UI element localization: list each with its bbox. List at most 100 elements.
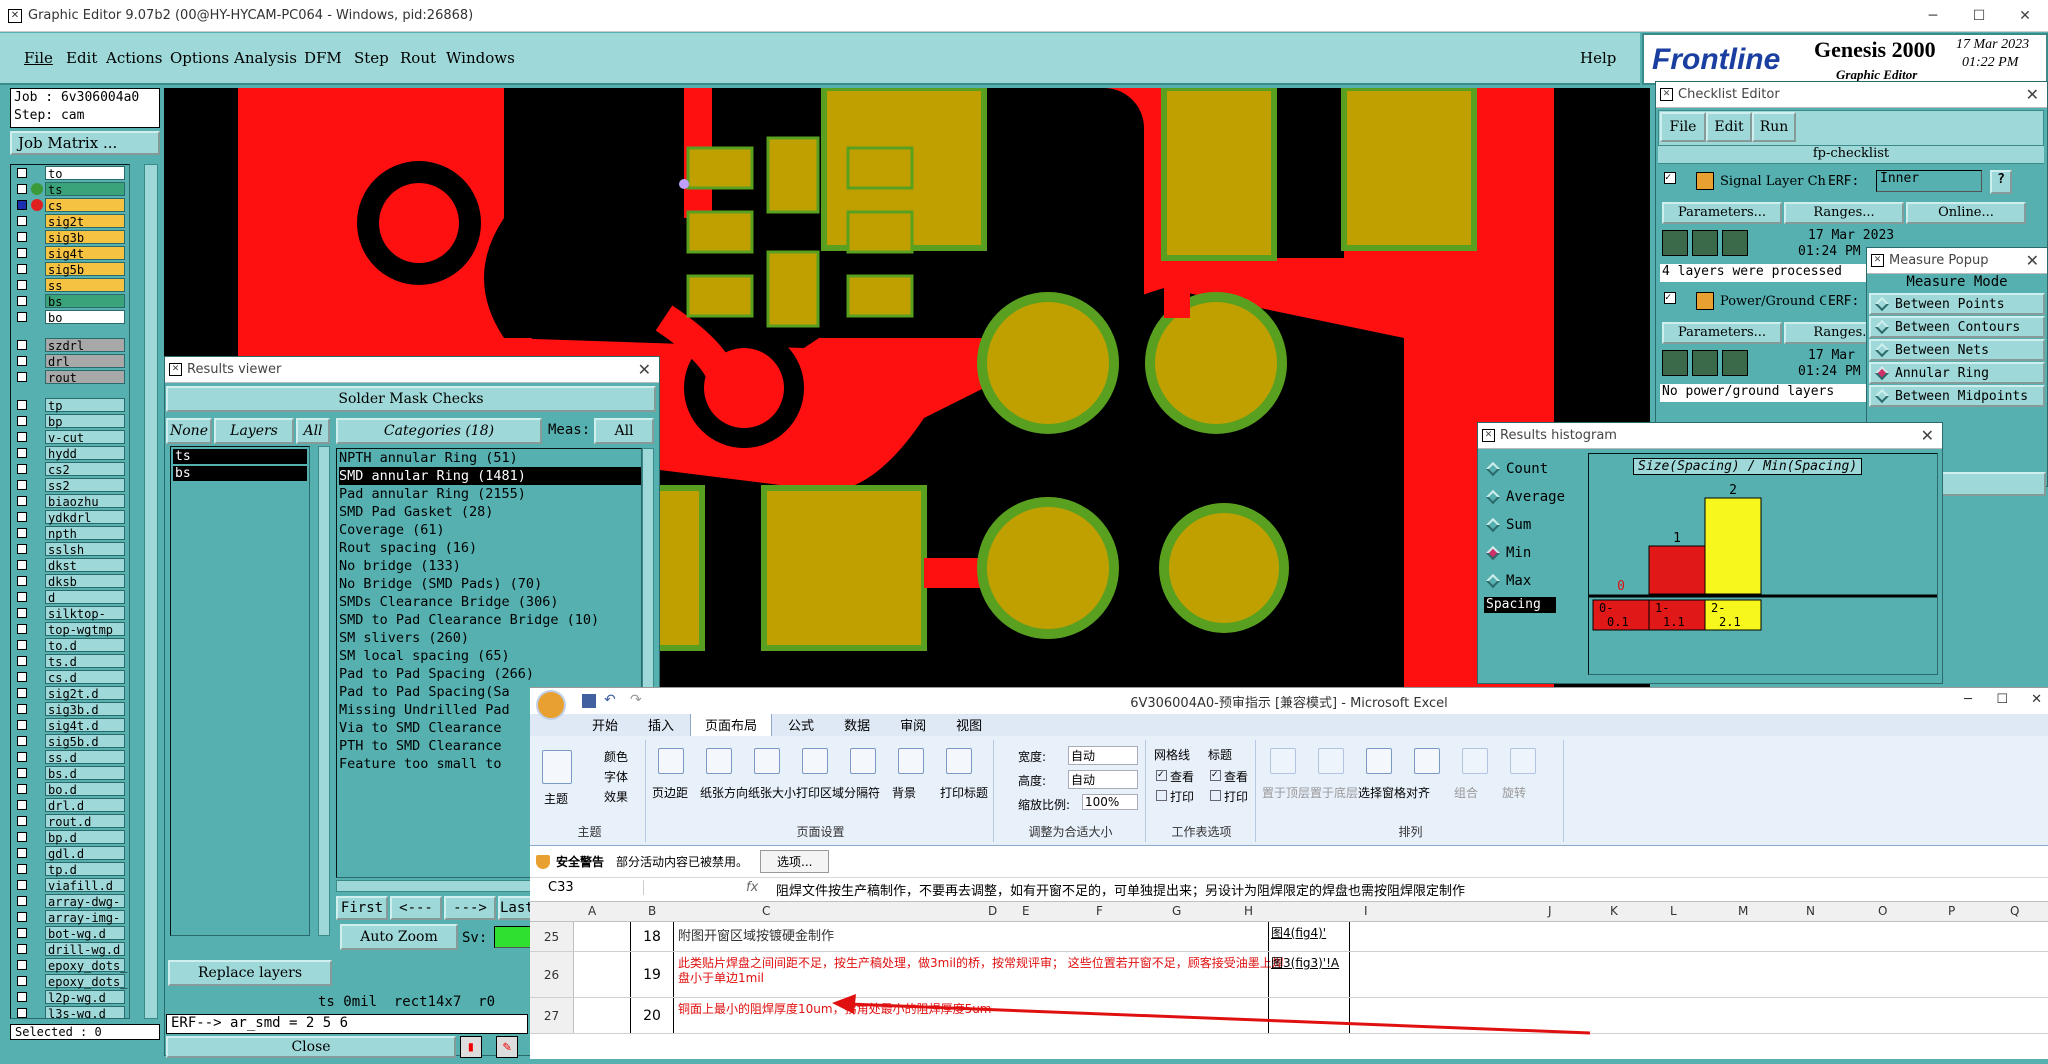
category-item[interactable]: Pad to Pad Spacing (266): [339, 665, 641, 683]
btn-layers[interactable]: Layers: [214, 418, 294, 444]
layer-row[interactable]: dkst: [11, 557, 129, 573]
layer-name[interactable]: sig5b: [45, 262, 125, 277]
layer-row[interactable]: ts.d: [11, 653, 129, 669]
page-setup-label[interactable]: 打印标题: [940, 784, 988, 801]
page-setup-icon[interactable]: [946, 748, 972, 774]
page-setup-icon[interactable]: [754, 748, 780, 774]
layer-name[interactable]: gdl.d: [45, 846, 125, 861]
layer-row[interactable]: bot-wg.d: [11, 925, 129, 941]
page-setup-icon[interactable]: [706, 748, 732, 774]
layer-name[interactable]: epoxy_dots_: [45, 958, 127, 973]
layer-row[interactable]: sig4t.d: [11, 717, 129, 733]
ranges-button[interactable]: Ranges...: [1784, 202, 1904, 224]
layer-row[interactable]: to.d: [11, 637, 129, 653]
nav-prev[interactable]: <---: [390, 896, 442, 920]
category-item[interactable]: SMDs Clearance Bridge (306): [339, 593, 641, 611]
category-item[interactable]: SMD to Pad Clearance Bridge (10): [339, 611, 641, 629]
layer-checkbox[interactable]: [17, 512, 27, 522]
layer-checkbox[interactable]: [17, 168, 27, 178]
column-header[interactable]: F: [1096, 904, 1103, 918]
checkbox[interactable]: ✓: [1664, 292, 1676, 304]
layer-row[interactable]: array-dwg-wg: [11, 893, 129, 923]
layer-checkbox[interactable]: [17, 800, 27, 810]
layer-name[interactable]: ss: [45, 278, 125, 293]
category-item[interactable]: SMD Pad Gasket (28): [339, 503, 641, 521]
arrange-icon[interactable]: [1462, 748, 1488, 774]
layer-name[interactable]: d: [45, 590, 125, 605]
gridlines-print[interactable]: 打印: [1170, 788, 1194, 805]
layer-row[interactable]: ss: [11, 277, 129, 293]
layer-row[interactable]: ydkdrl: [11, 509, 129, 525]
layer-name[interactable]: cs: [45, 198, 125, 213]
layer-row[interactable]: sig2t.d: [11, 685, 129, 701]
layer-row[interactable]: ss.d: [11, 749, 129, 765]
scale-input[interactable]: 100%: [1082, 794, 1138, 810]
layer-row[interactable]: silktop-wgtb: [11, 605, 129, 635]
run-icon-2[interactable]: [1692, 350, 1718, 376]
cell-j[interactable]: 图4(fig4)': [1268, 922, 1350, 951]
headings-view-checkbox[interactable]: ✓: [1210, 770, 1221, 781]
layer-checkbox[interactable]: [17, 496, 27, 506]
layer-name[interactable]: sig3b.d: [45, 702, 125, 717]
layer-checkbox[interactable]: [17, 528, 27, 538]
layer-checkbox[interactable]: [17, 928, 27, 938]
layer-checkbox[interactable]: [17, 960, 27, 970]
layer-row[interactable]: cs.d: [11, 669, 129, 685]
layer-row[interactable]: sig4t: [11, 245, 129, 261]
menu-windows[interactable]: Windows: [446, 49, 515, 67]
layer-name[interactable]: bp.d: [45, 830, 125, 845]
close-icon[interactable]: ✕: [2026, 251, 2039, 270]
layer-checkbox[interactable]: [17, 200, 27, 210]
measure-mode-option[interactable]: Between Midpoints: [1869, 385, 2045, 407]
layer-checkbox[interactable]: [17, 768, 27, 778]
layer-row[interactable]: drl: [11, 353, 129, 369]
ribbon-tab[interactable]: 插入: [634, 713, 688, 736]
layer-name[interactable]: cs.d: [45, 670, 125, 685]
layer-checkbox[interactable]: [17, 608, 27, 618]
layer-name[interactable]: bs: [45, 294, 125, 309]
layer-checkbox[interactable]: [17, 400, 27, 410]
erf-value[interactable]: Inner: [1876, 170, 1982, 192]
fonts-label[interactable]: 字体: [604, 768, 628, 785]
menu-rout[interactable]: Rout: [400, 49, 436, 67]
layer-name[interactable]: drill-wg.d: [45, 942, 125, 957]
layer-name[interactable]: tp: [45, 398, 125, 413]
layer-name[interactable]: ydkdrl: [45, 510, 125, 525]
category-item[interactable]: Pad annular Ring (2155): [339, 485, 641, 503]
layer-row[interactable]: drl.d: [11, 797, 129, 813]
arrange-icon[interactable]: [1366, 748, 1392, 774]
column-header[interactable]: J: [1548, 904, 1552, 918]
category-item[interactable]: SM slivers (260): [339, 629, 641, 647]
layer-name[interactable]: v-cut: [45, 430, 125, 445]
layer-name[interactable]: sig2t: [45, 214, 125, 229]
layer-checkbox[interactable]: [17, 312, 27, 322]
layer-name[interactable]: bo.d: [45, 782, 125, 797]
layer-checkbox[interactable]: [17, 880, 27, 890]
layer-row[interactable]: [11, 325, 129, 337]
undo-icon[interactable]: ↶: [604, 692, 616, 708]
column-header[interactable]: E: [1022, 904, 1030, 918]
layer-row[interactable]: cs: [11, 197, 129, 213]
spacing-label[interactable]: Spacing: [1484, 597, 1556, 613]
btn-all[interactable]: All: [296, 418, 330, 444]
column-header[interactable]: L: [1670, 904, 1677, 918]
layer-row[interactable]: bo.d: [11, 781, 129, 797]
layer-name[interactable]: rout.d: [45, 814, 125, 829]
layer-name[interactable]: dksb: [45, 574, 125, 589]
layer-row[interactable]: sig5b: [11, 261, 129, 277]
ribbon-tab[interactable]: 审阅: [886, 713, 940, 736]
layer-row[interactable]: bs.d: [11, 765, 129, 781]
arrange-label[interactable]: 对齐: [1406, 784, 1430, 801]
histogram-bar[interactable]: [1704, 497, 1762, 595]
column-header[interactable]: A: [588, 904, 596, 918]
layer-checkbox[interactable]: [17, 464, 27, 474]
layer-checkbox[interactable]: [17, 752, 27, 762]
layer-checkbox[interactable]: [17, 1008, 27, 1018]
category-item[interactable]: No Bridge (SMD Pads) (70): [339, 575, 641, 593]
measure-mode-option[interactable]: Between Points: [1869, 293, 2045, 315]
layer-name[interactable]: hydd: [45, 446, 125, 461]
layer-row[interactable]: bo: [11, 309, 129, 325]
layer-row[interactable]: l2p-wg.d: [11, 989, 129, 1005]
layer-name[interactable]: tp.d: [45, 862, 125, 877]
nav-first[interactable]: First: [336, 896, 388, 920]
